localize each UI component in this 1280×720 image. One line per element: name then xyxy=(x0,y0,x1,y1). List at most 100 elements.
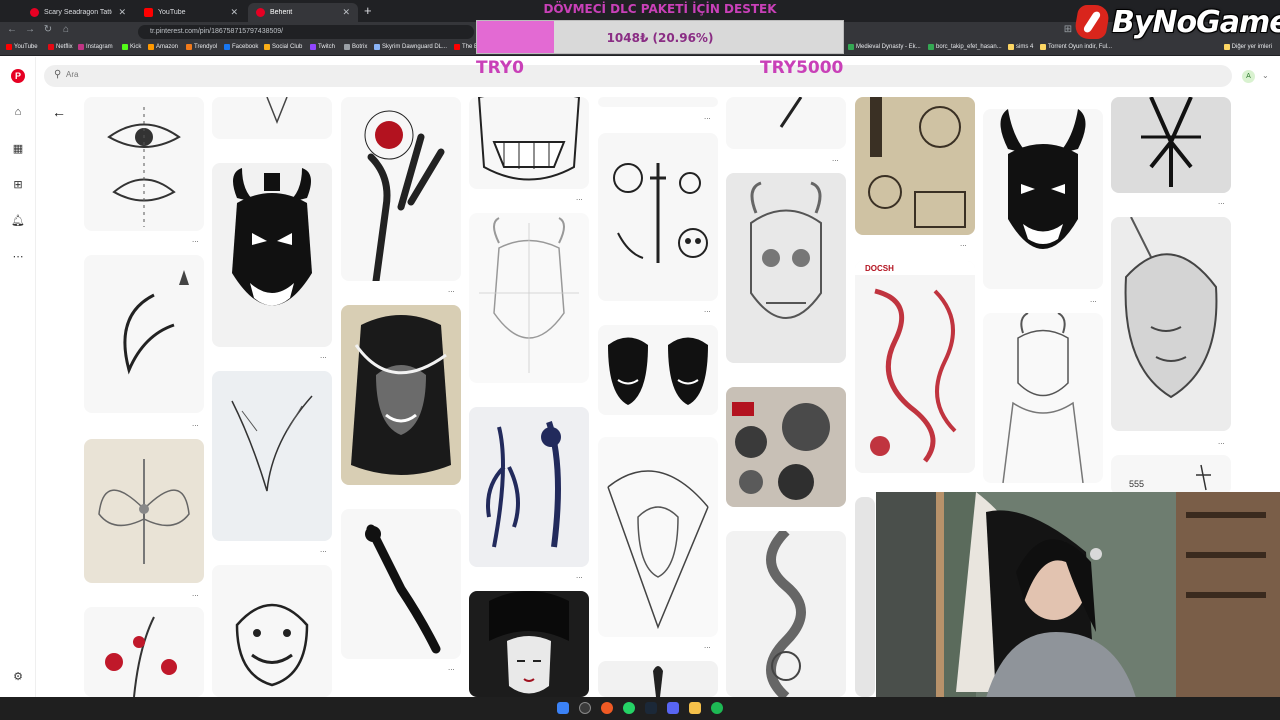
pin-more-icon[interactable]: ... xyxy=(320,351,327,360)
pin-fan-mask[interactable] xyxy=(598,437,718,637)
notifications-icon[interactable]: 🔔︎ xyxy=(10,212,26,228)
pin-bat-wing-sketch[interactable] xyxy=(212,371,332,541)
pin-sigil[interactable] xyxy=(1111,97,1231,193)
pin-more-icon[interactable]: ... xyxy=(448,663,455,672)
pin-more-icon[interactable]: ... xyxy=(832,154,839,163)
settings-icon[interactable]: ⚙ xyxy=(10,668,26,684)
pin-moth-sketch[interactable] xyxy=(84,439,204,583)
youtube-icon xyxy=(6,44,12,50)
pin-red-dragon-sheet[interactable]: DOCSH xyxy=(855,261,975,473)
bookmark-netflix[interactable]: Netflix xyxy=(48,44,73,50)
pin-more-icon[interactable]: ... xyxy=(576,571,583,580)
pin-skulls-sword-sheet[interactable] xyxy=(598,133,718,301)
forward-icon[interactable]: → xyxy=(22,24,38,35)
pinterest-logo-icon[interactable]: P xyxy=(11,69,25,83)
bookmark-borc-takip[interactable]: borc_takip_efet_hasan... xyxy=(928,44,1002,50)
pin-oni-mask[interactable] xyxy=(212,163,332,347)
bookmark-youtube[interactable]: YouTube xyxy=(6,44,38,50)
pin-horned-oni[interactable] xyxy=(983,109,1103,289)
pin-hand-red-orb[interactable] xyxy=(341,97,461,281)
pin-hannya-mask-sketch[interactable] xyxy=(212,565,332,697)
pin-oni-grin[interactable] xyxy=(469,97,589,189)
file-explorer-icon[interactable] xyxy=(689,702,701,714)
pin-red-lily-sketch[interactable] xyxy=(84,607,204,697)
pin-more-icon[interactable]: ... xyxy=(704,112,711,121)
reload-icon[interactable]: ↻ xyxy=(40,24,56,35)
pin-more-icon[interactable]: ... xyxy=(704,305,711,314)
pin-more-icon[interactable]: ... xyxy=(1218,197,1225,206)
pin-small-sketch[interactable]: 555 xyxy=(1111,455,1231,495)
tab-youtube[interactable]: YouTube ✕ xyxy=(136,3,246,22)
home-icon[interactable]: ⌂ xyxy=(58,24,74,35)
browser-icon[interactable] xyxy=(601,702,613,714)
back-icon[interactable]: ← xyxy=(4,24,20,35)
chevron-down-icon[interactable]: ⌄ xyxy=(1262,71,1269,80)
home-icon[interactable]: ⌂ xyxy=(10,104,26,120)
pin-hannya-line-art[interactable] xyxy=(469,213,589,383)
search-icon[interactable] xyxy=(579,702,591,714)
bookmark-facebook[interactable]: Facebook xyxy=(224,44,258,50)
whatsapp-icon[interactable] xyxy=(623,702,635,714)
pin-more-icon[interactable]: ... xyxy=(192,419,199,428)
new-tab-button[interactable]: + xyxy=(364,3,372,18)
search-bar[interactable]: ⚲ Ara xyxy=(44,65,1232,87)
bookmark-botrix[interactable]: Botrix xyxy=(344,44,367,50)
pin-warrior-flash-sheet[interactable] xyxy=(855,97,975,235)
bookmark-amazon[interactable]: Amazon xyxy=(148,44,178,50)
pin-more-icon[interactable]: ... xyxy=(1090,295,1097,304)
avatar[interactable]: A xyxy=(1242,70,1255,83)
close-tab-icon[interactable]: ✕ xyxy=(342,7,350,18)
close-tab-icon[interactable]: ✕ xyxy=(230,7,238,18)
spotify-icon[interactable] xyxy=(711,702,723,714)
pin-blue-squid-sheet[interactable] xyxy=(469,407,589,567)
pin-bottom-sketch[interactable] xyxy=(598,661,718,697)
pin-skull-hannya-photo[interactable] xyxy=(726,173,846,363)
bookmark-trendyol[interactable]: Trendyol xyxy=(186,44,217,50)
create-icon[interactable]: ⊞ xyxy=(10,176,26,192)
messages-icon[interactable]: ⋯ xyxy=(10,248,26,264)
pin-blade-sketch[interactable] xyxy=(726,97,846,149)
pin-geisha[interactable] xyxy=(469,591,589,697)
pin-serpent-column[interactable] xyxy=(726,531,846,697)
pin-more-icon[interactable]: ... xyxy=(320,545,327,554)
bookmark-the-e[interactable]: The E xyxy=(454,44,478,50)
pin-more-icon[interactable]: ... xyxy=(576,193,583,202)
discord-icon[interactable] xyxy=(667,702,679,714)
steam-icon[interactable] xyxy=(645,702,657,714)
tab-scary-seadragon[interactable]: Scary Seadragon Tattoo Stencil ✕ xyxy=(22,3,134,22)
bookmark-kick[interactable]: Kick xyxy=(122,44,141,50)
pin-tattoo-flash-sheet[interactable] xyxy=(726,387,846,507)
pin-more-icon[interactable]: ... xyxy=(192,235,199,244)
pin-hannya-back-tattoo[interactable] xyxy=(341,305,461,485)
windows-start-icon[interactable] xyxy=(557,702,569,714)
pin-hanging-head[interactable] xyxy=(1111,217,1231,431)
pin-top-sketch[interactable] xyxy=(212,97,332,139)
pin-twin-masks[interactable] xyxy=(598,325,718,415)
extensions-icon[interactable]: ⊞ xyxy=(1060,24,1076,35)
bookmark-skyrim[interactable]: Skyrim Dawnguard DL... xyxy=(374,44,447,50)
bookmark-social-club[interactable]: Social Club xyxy=(264,44,302,50)
bookmark-medieval-dynasty[interactable]: Medieval Dynasty - Ek... xyxy=(848,44,921,50)
pin-crescent-sketch[interactable] xyxy=(84,255,204,413)
pin-centipede-sketch[interactable] xyxy=(341,509,461,659)
explore-icon[interactable]: ▦ xyxy=(10,140,26,156)
social-club-icon xyxy=(264,44,270,50)
pin-more-icon[interactable]: ... xyxy=(1218,437,1225,446)
pin-more-icon[interactable]: ... xyxy=(192,589,199,598)
other-bookmarks[interactable]: Diğer yer imleri xyxy=(1223,44,1272,50)
bookmark-sims-4[interactable]: sims 4 xyxy=(1008,44,1033,50)
pin-more-icon[interactable]: ... xyxy=(448,285,455,294)
bookmark-twitch[interactable]: Twitch xyxy=(310,44,335,50)
tab-beherit[interactable]: Beherit ✕ xyxy=(248,3,358,22)
pin-partial-column[interactable] xyxy=(855,497,875,697)
url-field[interactable]: tr.pinterest.com/pin/186758715797438509/ xyxy=(138,25,474,39)
bookmark-torrent[interactable]: Torrent Oyun indir, Ful... xyxy=(1040,44,1112,50)
pin-top-sliver[interactable] xyxy=(598,97,718,107)
pin-eyes-sketch[interactable] xyxy=(84,97,204,231)
pin-more-icon[interactable]: ... xyxy=(704,641,711,650)
pin-samurai-oni-sketch[interactable] xyxy=(983,313,1103,483)
bookmark-instagram[interactable]: Instagram xyxy=(78,44,113,50)
close-tab-icon[interactable]: ✕ xyxy=(118,7,126,18)
pin-more-icon[interactable]: ... xyxy=(960,239,967,248)
back-arrow-icon[interactable]: ← xyxy=(52,104,66,120)
